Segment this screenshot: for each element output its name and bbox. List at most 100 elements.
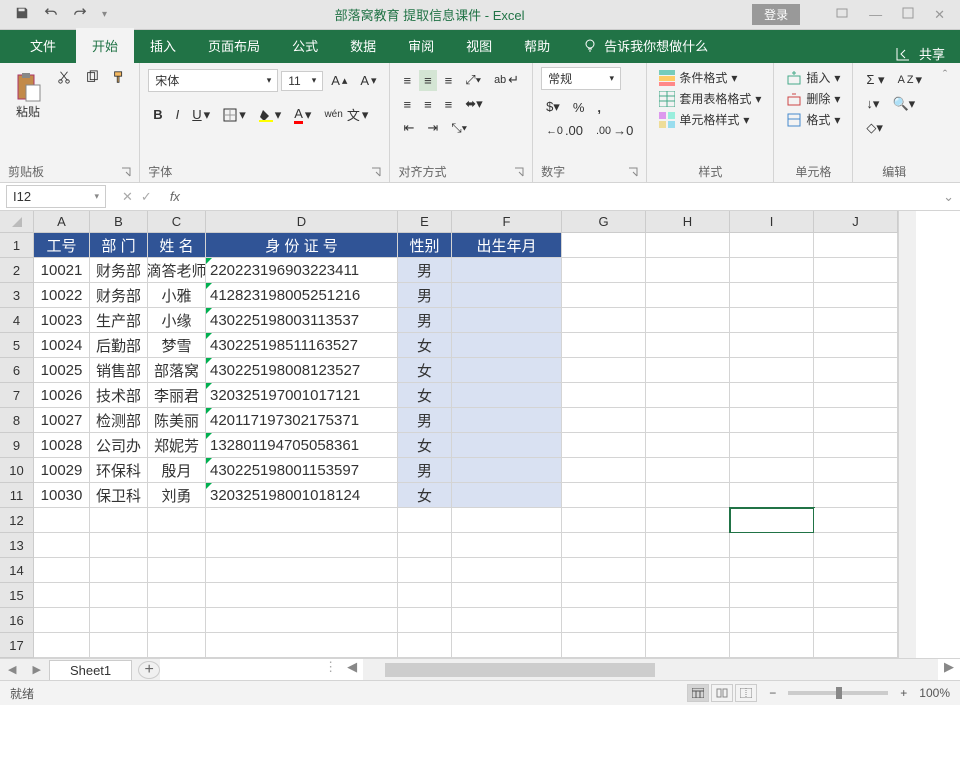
decrease-decimal-button[interactable]: .00→0 (591, 120, 638, 141)
fill-button[interactable]: ↓▾ (861, 93, 884, 115)
cell[interactable] (730, 283, 814, 308)
percent-button[interactable]: % (568, 97, 590, 118)
zoom-out-button[interactable]: − (769, 686, 776, 700)
cell[interactable]: 技术部 (90, 383, 148, 408)
row-header[interactable]: 4 (0, 308, 34, 333)
bold-button[interactable]: B (148, 104, 167, 125)
row-header[interactable]: 8 (0, 408, 34, 433)
wrap-text-button[interactable]: ab↵ (489, 69, 524, 91)
cell[interactable]: 女 (398, 383, 452, 408)
cell[interactable]: 工号 (34, 233, 90, 258)
cell[interactable]: 身 份 证 号 (206, 233, 398, 258)
cell[interactable] (814, 483, 898, 508)
border-button[interactable]: ▾ (218, 104, 251, 126)
cell[interactable] (452, 608, 562, 633)
cell[interactable] (730, 233, 814, 258)
name-box[interactable]: I12▾ (6, 185, 106, 208)
format-painter-button[interactable] (107, 67, 131, 87)
cell[interactable] (148, 558, 206, 583)
cell[interactable]: 滴答老师 (148, 258, 206, 283)
col-header[interactable]: J (814, 211, 898, 233)
cell[interactable]: 环保科 (90, 458, 148, 483)
cell[interactable]: 殷月 (148, 458, 206, 483)
cell[interactable] (814, 458, 898, 483)
cell[interactable] (646, 533, 730, 558)
cell[interactable]: 10022 (34, 283, 90, 308)
scroll-left-icon[interactable]: ◀ (341, 659, 363, 680)
cell[interactable] (814, 383, 898, 408)
expand-formula-icon[interactable]: ⌄ (937, 189, 960, 205)
conditional-format-button[interactable]: 条件格式▾ (655, 67, 765, 88)
cell[interactable]: 部 门 (90, 233, 148, 258)
cell[interactable] (452, 283, 562, 308)
zoom-in-button[interactable]: + (900, 686, 907, 700)
cell[interactable] (562, 608, 646, 633)
orientation-button[interactable]: ⤡▾ (446, 117, 472, 139)
cell[interactable]: 220223196903223411 (206, 258, 398, 283)
align-top-icon[interactable]: ≡ (398, 70, 416, 91)
cell[interactable] (90, 533, 148, 558)
cell[interactable] (562, 258, 646, 283)
cell[interactable] (452, 558, 562, 583)
cell[interactable] (562, 583, 646, 608)
comma-button[interactable]: , (592, 97, 606, 118)
phonetic-button[interactable]: wén文▾ (319, 102, 373, 127)
cell[interactable] (452, 533, 562, 558)
align-center-icon[interactable]: ≡ (419, 94, 437, 115)
cell[interactable]: 女 (398, 433, 452, 458)
cell[interactable]: 10026 (34, 383, 90, 408)
col-header[interactable]: G (562, 211, 646, 233)
italic-button[interactable]: I (171, 104, 185, 125)
cell[interactable] (562, 433, 646, 458)
cell[interactable]: 430225198511163527 (206, 333, 398, 358)
tab-file[interactable]: 文件 (10, 28, 76, 63)
tab-layout[interactable]: 页面布局 (192, 28, 276, 63)
tab-home[interactable]: 开始 (76, 28, 134, 63)
cell[interactable] (646, 383, 730, 408)
row-header[interactable]: 6 (0, 358, 34, 383)
paste-button[interactable]: 粘贴 (8, 67, 48, 124)
font-size-select[interactable]: 11▾ (281, 71, 323, 91)
cell[interactable]: 男 (398, 258, 452, 283)
cell[interactable] (452, 258, 562, 283)
cell[interactable]: 132801194705058361 (206, 433, 398, 458)
cell[interactable]: 女 (398, 358, 452, 383)
insert-cells-button[interactable]: 插入 ▾ (782, 67, 844, 88)
cell[interactable] (206, 508, 398, 533)
cell[interactable] (646, 433, 730, 458)
cell[interactable] (452, 633, 562, 658)
cell[interactable] (646, 258, 730, 283)
cell[interactable] (206, 558, 398, 583)
cell[interactable] (646, 608, 730, 633)
table-format-button[interactable]: 套用表格格式▾ (655, 88, 765, 109)
select-all-corner[interactable] (0, 211, 34, 233)
cell[interactable] (206, 533, 398, 558)
cell[interactable]: 420117197302175371 (206, 408, 398, 433)
dialog-launcher-icon[interactable] (121, 167, 131, 177)
cell[interactable] (398, 583, 452, 608)
cell[interactable] (646, 483, 730, 508)
cell[interactable] (730, 258, 814, 283)
cell[interactable]: 女 (398, 333, 452, 358)
row-header[interactable]: 1 (0, 233, 34, 258)
cell[interactable] (398, 533, 452, 558)
tab-help[interactable]: 帮助 (508, 28, 566, 63)
format-cells-button[interactable]: 格式 ▾ (782, 109, 844, 130)
cell[interactable] (90, 633, 148, 658)
cell[interactable]: 销售部 (90, 358, 148, 383)
cell[interactable] (814, 558, 898, 583)
col-header[interactable]: C (148, 211, 206, 233)
cell[interactable] (34, 508, 90, 533)
cell[interactable] (90, 583, 148, 608)
cell[interactable] (646, 233, 730, 258)
cell[interactable]: 出生年月 (452, 233, 562, 258)
normal-view-button[interactable] (687, 684, 709, 702)
decrease-font-icon[interactable]: A▾ (355, 70, 381, 91)
cell[interactable] (814, 308, 898, 333)
cell[interactable] (562, 458, 646, 483)
align-middle-icon[interactable]: ≡ (419, 70, 437, 91)
cell[interactable]: 男 (398, 283, 452, 308)
ribbon-options-icon[interactable] (835, 6, 849, 23)
underline-button[interactable]: U ▾ (187, 104, 215, 126)
cell[interactable] (562, 283, 646, 308)
